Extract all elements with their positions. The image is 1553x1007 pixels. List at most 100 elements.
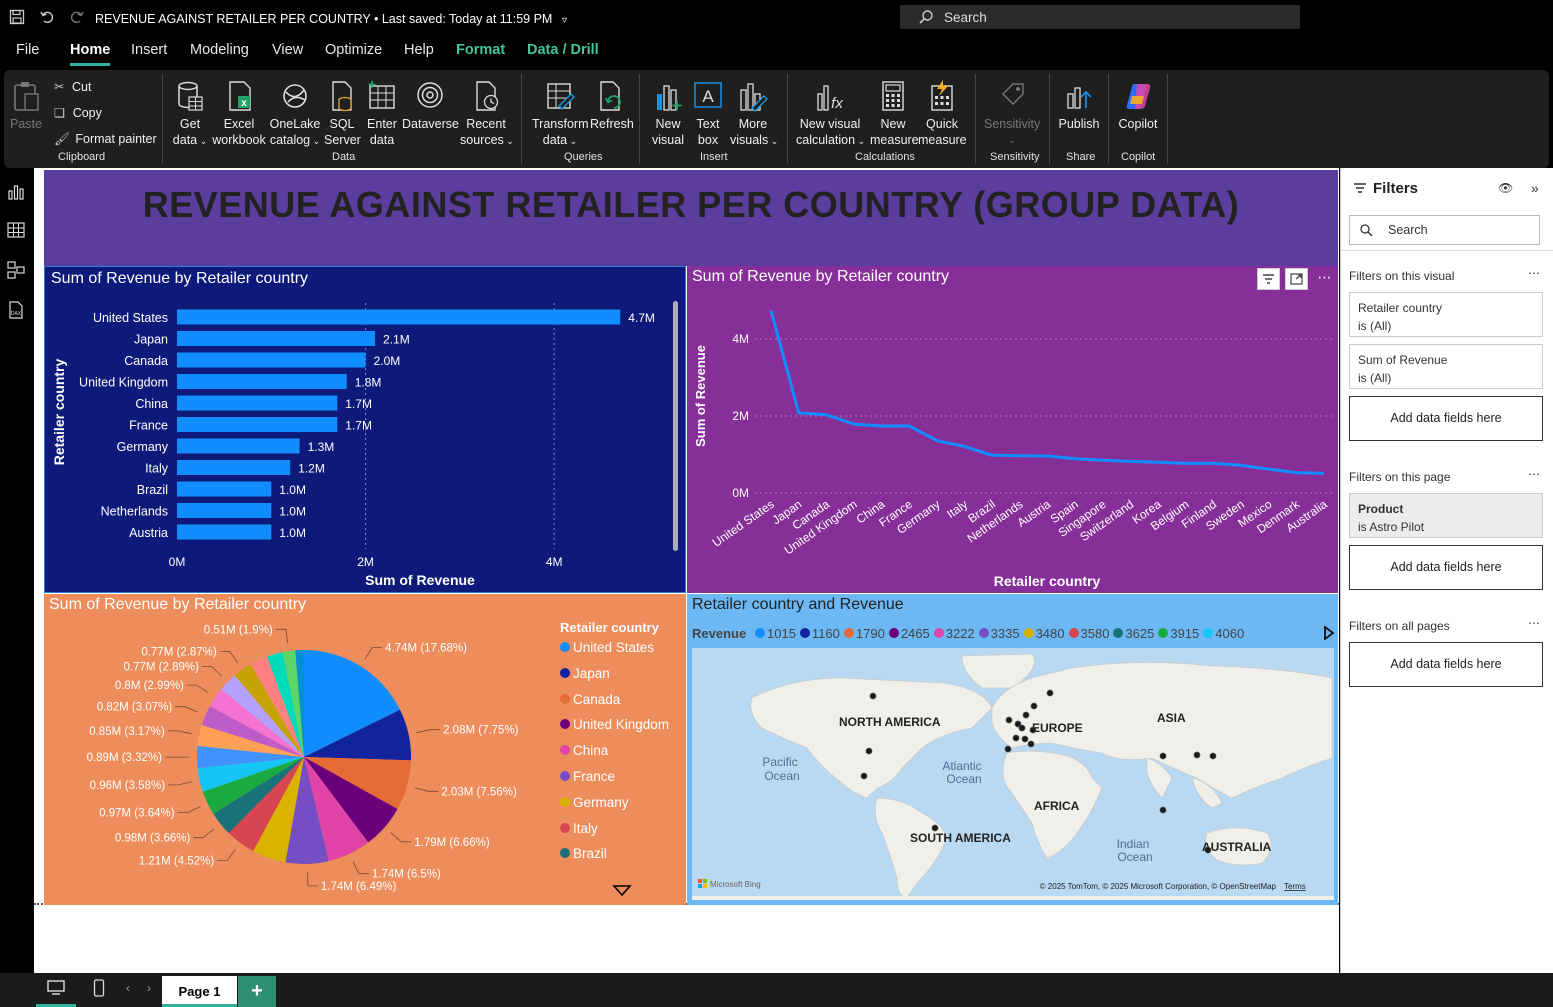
map-legend-item[interactable]: 3625 <box>1113 626 1154 641</box>
document-title[interactable]: REVENUE AGAINST RETAILER PER COUNTRY • L… <box>95 12 567 26</box>
more-options-icon[interactable]: ⋯ <box>1313 268 1336 290</box>
filters-search-input[interactable]: Search <box>1349 215 1540 245</box>
pie-chart-visual[interactable]: Sum of Revenue by Retailer country 4.74M… <box>44 594 686 905</box>
more-options-icon[interactable]: ⋯ <box>1528 266 1540 280</box>
desktop-layout-button[interactable] <box>36 973 76 1007</box>
transform-data-button[interactable]: Transform data ⌄ <box>532 80 589 149</box>
mobile-layout-icon[interactable] <box>93 979 105 997</box>
menu-format[interactable]: Format <box>456 42 505 58</box>
quick-measure-button[interactable]: Quick measure <box>918 80 967 148</box>
legend-item[interactable]: Germany <box>560 795 669 821</box>
bar-data-label: 1.7M <box>345 419 372 433</box>
line-chart-visual[interactable]: Sum of Revenue by Retailer country 0M 2M 4… <box>687 266 1338 593</box>
legend-item[interactable]: China <box>560 743 669 769</box>
region-label-africa: AFRICA <box>1034 799 1080 813</box>
legend-item[interactable]: United Kingdom <box>560 717 669 743</box>
add-data-fields-visual[interactable]: Add data fields here <box>1349 396 1543 441</box>
refresh-button[interactable]: Refresh <box>590 80 634 132</box>
more-visuals-button[interactable]: More visuals ⌄ <box>730 80 778 149</box>
global-search-box[interactable]: Search <box>900 5 1300 29</box>
copy-button[interactable]: ❏ Copy <box>54 105 102 121</box>
report-title-banner[interactable]: REVENUE AGAINST RETAILER PER COUNTRY (GR… <box>44 170 1338 266</box>
add-data-fields-page[interactable]: Add data fields here <box>1349 545 1543 590</box>
map-legend-item[interactable]: 3222 <box>933 626 975 641</box>
legend-next-icon[interactable] <box>1323 626 1335 640</box>
model-view-icon[interactable] <box>6 260 26 280</box>
map-legend-item[interactable]: 2465 <box>888 626 930 641</box>
menu-view[interactable]: View <box>272 42 303 58</box>
new-visual-button[interactable]: New visual <box>650 80 686 148</box>
dataverse-label: Dataverse <box>402 117 459 131</box>
cut-button[interactable]: ✂ Cut <box>54 79 91 95</box>
map-legend-item[interactable]: 1015 <box>755 626 796 641</box>
previous-page-icon[interactable]: ‹ <box>126 981 130 995</box>
sensitivity-button[interactable]: Sensitivity ⌄ <box>984 80 1040 148</box>
map-legend-item[interactable]: 1790 <box>843 626 885 641</box>
ribbon-divider <box>639 74 640 164</box>
filter-card-product[interactable]: Product is Astro Pilot <box>1349 493 1543 538</box>
menu-insert[interactable]: Insert <box>131 42 167 58</box>
legend-item[interactable]: Japan <box>560 666 669 692</box>
report-view-icon[interactable] <box>6 182 26 202</box>
x-tick-label: 0M <box>169 555 186 569</box>
filter-card-retailer-country[interactable]: Retailer country is (All) <box>1349 292 1543 337</box>
save-icon[interactable] <box>8 9 26 27</box>
paste-button[interactable]: Paste <box>10 80 42 132</box>
table-view-icon[interactable] <box>6 220 26 240</box>
legend-item[interactable]: Brazil <box>560 846 669 872</box>
next-page-icon[interactable]: › <box>147 981 151 995</box>
dax-query-view-icon[interactable]: DAX <box>6 300 26 320</box>
ribbon-divider <box>1167 74 1168 164</box>
legend-marker <box>888 628 899 638</box>
bar-chart-visual[interactable]: Sum of Revenue by Retailer country 0M 2M 4… <box>44 266 686 593</box>
world-map[interactable]: NORTH AMERICA EUROPE ASIA AFRICA SOUTH A… <box>692 648 1334 900</box>
new-measure-button[interactable]: New measure <box>870 80 919 148</box>
add-data-fields-all-pages[interactable]: Add data fields here <box>1349 642 1543 687</box>
legend-item[interactable]: Italy <box>560 821 669 847</box>
map-terms-link[interactable]: Terms <box>1284 882 1306 891</box>
page-tab-1[interactable]: Page 1 <box>162 976 237 1007</box>
menu-home[interactable]: Home <box>70 42 111 66</box>
get-data-button[interactable]: Get data ⌄ <box>170 80 210 149</box>
recent-sources-button[interactable]: Recent sources ⌄ <box>460 80 514 149</box>
redo-icon[interactable] <box>68 9 86 27</box>
dataverse-button[interactable]: Dataverse <box>402 80 459 132</box>
menu-optimize[interactable]: Optimize <box>325 42 382 58</box>
map-legend-item[interactable]: 3915 <box>1158 626 1199 641</box>
legend-item[interactable]: Canada <box>560 692 669 718</box>
more-options-icon[interactable]: ⋯ <box>1528 467 1540 481</box>
copilot-button[interactable]: Copilot <box>1114 80 1162 132</box>
map-legend-item[interactable]: 3580 <box>1068 626 1109 641</box>
undo-icon[interactable] <box>38 9 56 27</box>
add-page-button[interactable]: + <box>238 976 276 1007</box>
legend-item[interactable]: United States <box>560 640 669 666</box>
enter-data-button[interactable]: Enter data <box>364 80 400 148</box>
excel-workbook-button[interactable]: x Excel workbook <box>212 80 266 148</box>
map-legend-item[interactable]: 3480 <box>1023 626 1065 641</box>
publish-button[interactable]: Publish <box>1056 80 1102 132</box>
map-legend-item[interactable]: 3335 <box>978 626 1020 641</box>
map-legend-item[interactable]: 1160 <box>799 626 840 641</box>
text-box-button[interactable]: A Text box <box>690 80 726 148</box>
map-legend-item[interactable]: 4060 <box>1203 626 1244 641</box>
map-point <box>865 747 873 755</box>
more-options-icon[interactable]: ⋯ <box>1528 616 1540 630</box>
chevron-down-icon[interactable]: ▿ <box>562 15 567 26</box>
onelake-catalog-button[interactable]: OneLake catalog ⌄ <box>268 80 322 149</box>
bar-chart-scrollbar[interactable] <box>673 301 678 551</box>
eye-icon[interactable]: 👁 <box>1498 181 1513 195</box>
menu-file[interactable]: File <box>16 42 39 58</box>
menu-data-drill[interactable]: Data / Drill <box>527 42 599 58</box>
menu-help[interactable]: Help <box>404 42 434 58</box>
format-painter-button[interactable]: 🖌 Format painter <box>54 131 157 147</box>
map-visual[interactable]: Retailer country and Revenue Revenue 101… <box>687 594 1338 905</box>
legend-scroll-down-icon[interactable] <box>612 884 632 898</box>
legend-item[interactable]: France <box>560 769 669 795</box>
collapse-pane-icon[interactable]: » <box>1531 180 1539 196</box>
filter-card-sum-of-revenue[interactable]: Sum of Revenue is (All) <box>1349 344 1543 389</box>
visual-filter-button[interactable] <box>1257 268 1280 290</box>
new-visual-calculation-button[interactable]: fx New visual calculation ⌄ <box>796 80 865 149</box>
sql-server-button[interactable]: SQL Server <box>324 80 361 148</box>
focus-mode-button[interactable] <box>1285 268 1308 290</box>
menu-modeling[interactable]: Modeling <box>190 42 249 58</box>
